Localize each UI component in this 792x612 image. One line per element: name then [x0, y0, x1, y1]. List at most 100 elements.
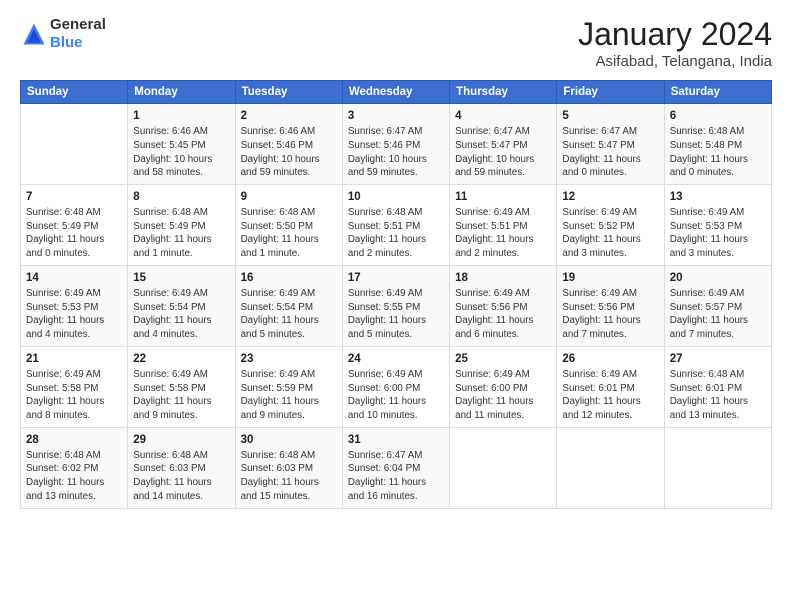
day-info: Sunrise: 6:49 AMSunset: 6:00 PMDaylight:…: [348, 368, 444, 423]
day-info: Sunrise: 6:48 AMSunset: 5:51 PMDaylight:…: [348, 206, 444, 261]
day-number: 20: [670, 270, 766, 286]
calendar-cell: 4Sunrise: 6:47 AMSunset: 5:47 PMDaylight…: [450, 104, 557, 185]
calendar-cell: 11Sunrise: 6:49 AMSunset: 5:51 PMDayligh…: [450, 184, 557, 265]
calendar-cell: 31Sunrise: 6:47 AMSunset: 6:04 PMDayligh…: [342, 427, 449, 508]
calendar-cell: [664, 427, 771, 508]
day-info: Sunrise: 6:49 AMSunset: 6:00 PMDaylight:…: [455, 368, 551, 423]
day-number: 22: [133, 351, 229, 367]
day-number: 14: [26, 270, 122, 286]
calendar-week-5: 28Sunrise: 6:48 AMSunset: 6:02 PMDayligh…: [21, 427, 772, 508]
day-number: 3: [348, 108, 444, 124]
day-info: Sunrise: 6:49 AMSunset: 5:52 PMDaylight:…: [562, 206, 658, 261]
day-info: Sunrise: 6:49 AMSunset: 5:56 PMDaylight:…: [455, 287, 551, 342]
calendar-cell: 2Sunrise: 6:46 AMSunset: 5:46 PMDaylight…: [235, 104, 342, 185]
day-number: 30: [241, 432, 337, 448]
day-number: 1: [133, 108, 229, 124]
calendar-cell: 29Sunrise: 6:48 AMSunset: 6:03 PMDayligh…: [128, 427, 235, 508]
day-number: 15: [133, 270, 229, 286]
day-number: 4: [455, 108, 551, 124]
day-number: 19: [562, 270, 658, 286]
calendar-cell: 13Sunrise: 6:49 AMSunset: 5:53 PMDayligh…: [664, 184, 771, 265]
day-info: Sunrise: 6:48 AMSunset: 6:02 PMDaylight:…: [26, 449, 122, 504]
day-number: 7: [26, 189, 122, 205]
col-sunday: Sunday: [21, 81, 128, 104]
day-info: Sunrise: 6:49 AMSunset: 5:54 PMDaylight:…: [133, 287, 229, 342]
col-monday: Monday: [128, 81, 235, 104]
day-info: Sunrise: 6:49 AMSunset: 5:58 PMDaylight:…: [133, 368, 229, 423]
day-number: 28: [26, 432, 122, 448]
day-number: 29: [133, 432, 229, 448]
day-info: Sunrise: 6:46 AMSunset: 5:46 PMDaylight:…: [241, 125, 337, 180]
calendar-week-3: 14Sunrise: 6:49 AMSunset: 5:53 PMDayligh…: [21, 265, 772, 346]
col-thursday: Thursday: [450, 81, 557, 104]
day-info: Sunrise: 6:49 AMSunset: 5:56 PMDaylight:…: [562, 287, 658, 342]
day-info: Sunrise: 6:49 AMSunset: 5:53 PMDaylight:…: [26, 287, 122, 342]
day-number: 21: [26, 351, 122, 367]
calendar-cell: 26Sunrise: 6:49 AMSunset: 6:01 PMDayligh…: [557, 346, 664, 427]
day-number: 10: [348, 189, 444, 205]
day-number: 5: [562, 108, 658, 124]
calendar-cell: 16Sunrise: 6:49 AMSunset: 5:54 PMDayligh…: [235, 265, 342, 346]
calendar-cell: 3Sunrise: 6:47 AMSunset: 5:46 PMDaylight…: [342, 104, 449, 185]
day-info: Sunrise: 6:49 AMSunset: 5:51 PMDaylight:…: [455, 206, 551, 261]
logo-icon: [20, 20, 48, 48]
logo-text: General Blue: [50, 16, 106, 52]
day-info: Sunrise: 6:47 AMSunset: 6:04 PMDaylight:…: [348, 449, 444, 504]
day-number: 31: [348, 432, 444, 448]
col-wednesday: Wednesday: [342, 81, 449, 104]
calendar-cell: 17Sunrise: 6:49 AMSunset: 5:55 PMDayligh…: [342, 265, 449, 346]
calendar-cell: 23Sunrise: 6:49 AMSunset: 5:59 PMDayligh…: [235, 346, 342, 427]
day-info: Sunrise: 6:47 AMSunset: 5:47 PMDaylight:…: [562, 125, 658, 180]
calendar-week-1: 1Sunrise: 6:46 AMSunset: 5:45 PMDaylight…: [21, 104, 772, 185]
day-number: 24: [348, 351, 444, 367]
calendar-cell: 14Sunrise: 6:49 AMSunset: 5:53 PMDayligh…: [21, 265, 128, 346]
day-number: 16: [241, 270, 337, 286]
day-info: Sunrise: 6:48 AMSunset: 5:50 PMDaylight:…: [241, 206, 337, 261]
location: Asifabad, Telangana, India: [578, 53, 772, 70]
col-tuesday: Tuesday: [235, 81, 342, 104]
calendar-week-4: 21Sunrise: 6:49 AMSunset: 5:58 PMDayligh…: [21, 346, 772, 427]
calendar-cell: 22Sunrise: 6:49 AMSunset: 5:58 PMDayligh…: [128, 346, 235, 427]
calendar-cell: 5Sunrise: 6:47 AMSunset: 5:47 PMDaylight…: [557, 104, 664, 185]
day-number: 8: [133, 189, 229, 205]
logo: General Blue: [20, 16, 106, 52]
day-number: 26: [562, 351, 658, 367]
calendar-cell: 24Sunrise: 6:49 AMSunset: 6:00 PMDayligh…: [342, 346, 449, 427]
day-info: Sunrise: 6:49 AMSunset: 5:55 PMDaylight:…: [348, 287, 444, 342]
calendar-cell: 10Sunrise: 6:48 AMSunset: 5:51 PMDayligh…: [342, 184, 449, 265]
day-info: Sunrise: 6:48 AMSunset: 6:03 PMDaylight:…: [241, 449, 337, 504]
day-number: 13: [670, 189, 766, 205]
day-info: Sunrise: 6:49 AMSunset: 6:01 PMDaylight:…: [562, 368, 658, 423]
calendar-cell: [557, 427, 664, 508]
header-row: Sunday Monday Tuesday Wednesday Thursday…: [21, 81, 772, 104]
calendar-cell: 9Sunrise: 6:48 AMSunset: 5:50 PMDaylight…: [235, 184, 342, 265]
day-info: Sunrise: 6:48 AMSunset: 5:49 PMDaylight:…: [26, 206, 122, 261]
day-number: 27: [670, 351, 766, 367]
day-info: Sunrise: 6:49 AMSunset: 5:57 PMDaylight:…: [670, 287, 766, 342]
day-info: Sunrise: 6:47 AMSunset: 5:46 PMDaylight:…: [348, 125, 444, 180]
calendar-cell: [21, 104, 128, 185]
day-number: 9: [241, 189, 337, 205]
calendar-table: Sunday Monday Tuesday Wednesday Thursday…: [20, 80, 772, 509]
day-info: Sunrise: 6:46 AMSunset: 5:45 PMDaylight:…: [133, 125, 229, 180]
day-number: 23: [241, 351, 337, 367]
calendar-cell: 19Sunrise: 6:49 AMSunset: 5:56 PMDayligh…: [557, 265, 664, 346]
calendar-cell: 27Sunrise: 6:48 AMSunset: 6:01 PMDayligh…: [664, 346, 771, 427]
col-saturday: Saturday: [664, 81, 771, 104]
page-header: General Blue January 2024 Asifabad, Tela…: [20, 16, 772, 70]
day-info: Sunrise: 6:49 AMSunset: 5:58 PMDaylight:…: [26, 368, 122, 423]
calendar-cell: 1Sunrise: 6:46 AMSunset: 5:45 PMDaylight…: [128, 104, 235, 185]
title-block: January 2024 Asifabad, Telangana, India: [578, 16, 772, 70]
day-info: Sunrise: 6:48 AMSunset: 6:01 PMDaylight:…: [670, 368, 766, 423]
month-title: January 2024: [578, 16, 772, 53]
calendar-cell: 7Sunrise: 6:48 AMSunset: 5:49 PMDaylight…: [21, 184, 128, 265]
day-number: 6: [670, 108, 766, 124]
day-number: 17: [348, 270, 444, 286]
day-number: 18: [455, 270, 551, 286]
day-info: Sunrise: 6:48 AMSunset: 5:49 PMDaylight:…: [133, 206, 229, 261]
calendar-cell: 15Sunrise: 6:49 AMSunset: 5:54 PMDayligh…: [128, 265, 235, 346]
calendar-cell: 28Sunrise: 6:48 AMSunset: 6:02 PMDayligh…: [21, 427, 128, 508]
calendar-cell: 30Sunrise: 6:48 AMSunset: 6:03 PMDayligh…: [235, 427, 342, 508]
day-info: Sunrise: 6:48 AMSunset: 6:03 PMDaylight:…: [133, 449, 229, 504]
day-info: Sunrise: 6:49 AMSunset: 5:59 PMDaylight:…: [241, 368, 337, 423]
